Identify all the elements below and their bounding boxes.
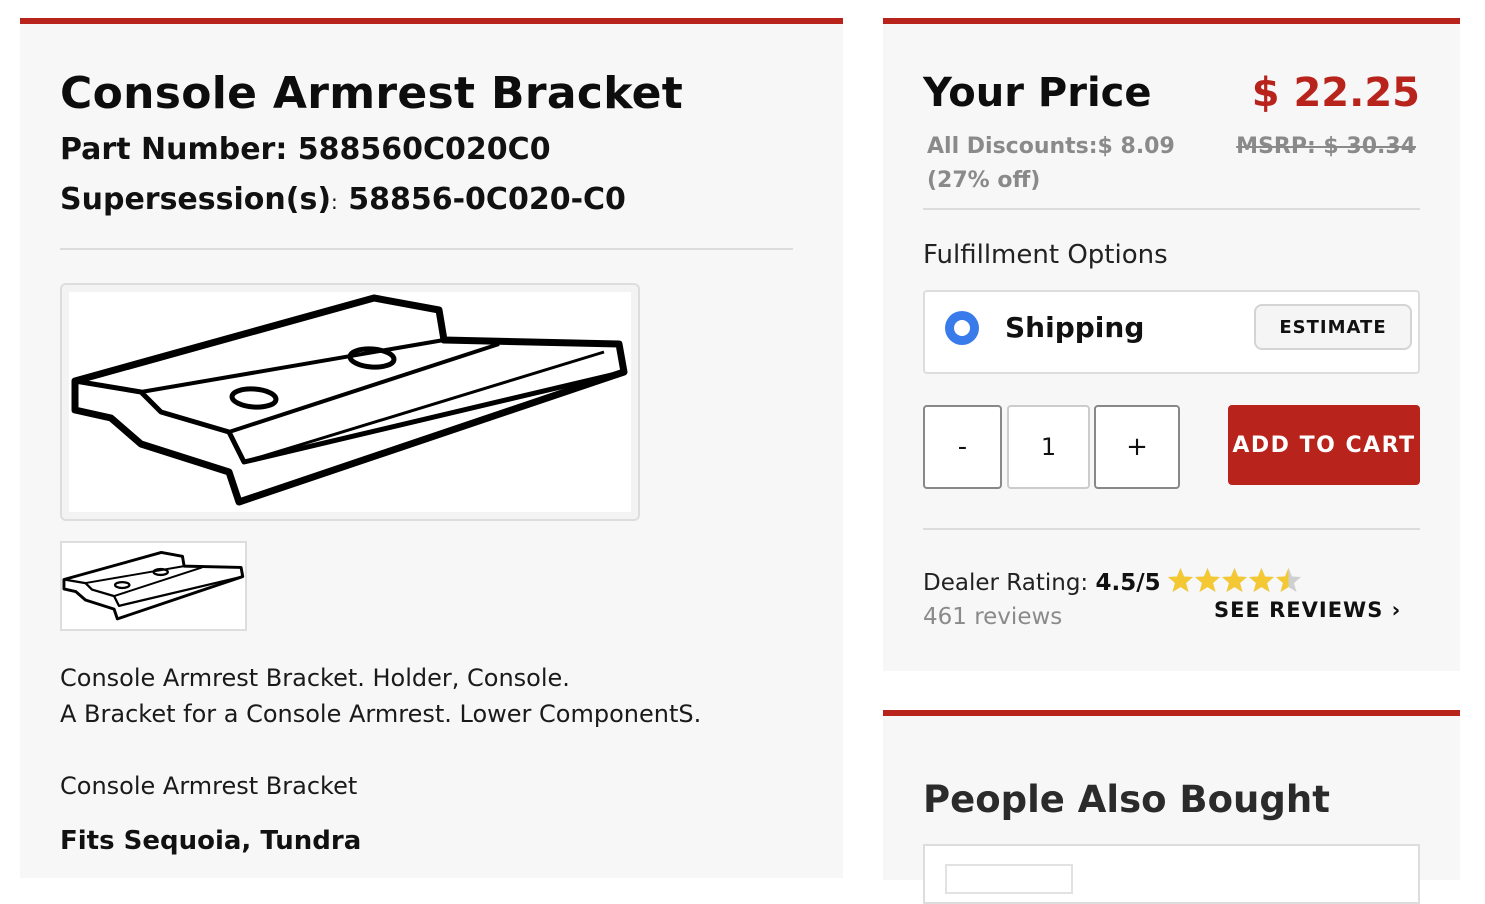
part-number-value: 588560C020C0 bbox=[297, 132, 551, 167]
star-icon bbox=[1221, 567, 1248, 594]
supersession: Supersession(s): 58856-0C020-C0 bbox=[60, 182, 626, 217]
part-number-label: Part Number: bbox=[60, 132, 288, 167]
main-product-image[interactable] bbox=[60, 283, 640, 521]
supersession-label: Supersession(s) bbox=[60, 182, 332, 217]
product-thumbnail[interactable] bbox=[60, 541, 247, 631]
part-number: Part Number: 588560C020C0 bbox=[60, 132, 551, 167]
star-icon bbox=[1167, 567, 1194, 594]
fitment-text: Fits Sequoia, Tundra bbox=[60, 826, 362, 856]
add-to-cart-button[interactable]: ADD TO CART bbox=[1228, 405, 1420, 485]
radio-dot bbox=[954, 320, 970, 336]
msrp-text: MSRP: $ 30.34 bbox=[1236, 134, 1416, 159]
description-line: Console Armrest Bracket bbox=[60, 772, 358, 800]
divider bbox=[60, 248, 793, 250]
your-price-label: Your Price bbox=[923, 70, 1152, 116]
see-reviews-link[interactable]: SEE REVIEWS › bbox=[1214, 598, 1401, 622]
product-details-panel: Console Armrest Bracket Part Number: 588… bbox=[20, 18, 843, 878]
price-value: $ 22.25 bbox=[1251, 70, 1420, 116]
related-product-card[interactable] bbox=[923, 844, 1420, 904]
fulfillment-label: Fulfillment Options bbox=[923, 240, 1168, 270]
dealer-rating-value: 4.5/5 bbox=[1095, 570, 1161, 596]
supersession-value: 58856-0C020-C0 bbox=[348, 182, 626, 217]
bracket-thumbnail-icon bbox=[62, 550, 245, 621]
people-also-bought-panel: People Also Bought bbox=[883, 710, 1460, 904]
bracket-drawing-svg bbox=[71, 294, 628, 506]
decrease-quantity-button[interactable]: - bbox=[923, 405, 1002, 489]
description-line: Console Armrest Bracket. Holder, Console… bbox=[60, 664, 570, 692]
shipping-label: Shipping bbox=[1005, 311, 1145, 344]
star-rating bbox=[1167, 567, 1307, 599]
estimate-button[interactable]: ESTIMATE bbox=[1254, 304, 1412, 350]
chevron-right-icon: › bbox=[1391, 598, 1402, 622]
dealer-rating-label: Dealer Rating: bbox=[923, 570, 1089, 596]
star-icon bbox=[1248, 567, 1275, 594]
see-reviews-label: SEE REVIEWS bbox=[1214, 598, 1384, 622]
increase-quantity-button[interactable]: + bbox=[1094, 405, 1180, 489]
shipping-radio[interactable] bbox=[945, 311, 979, 345]
reviews-count: 461 reviews bbox=[923, 604, 1063, 630]
divider bbox=[923, 528, 1420, 530]
bracket-drawing-icon bbox=[69, 292, 631, 512]
supersession-colon: : bbox=[331, 190, 338, 214]
star-icon bbox=[1275, 567, 1302, 594]
description-line: A Bracket for a Console Armrest. Lower C… bbox=[60, 700, 702, 728]
related-product-image bbox=[945, 864, 1073, 894]
price-panel: Your Price $ 22.25 All Discounts:$ 8.09 … bbox=[883, 18, 1460, 671]
divider bbox=[923, 208, 1420, 210]
shipping-option[interactable]: Shipping ESTIMATE bbox=[923, 290, 1420, 374]
quantity-input[interactable] bbox=[1007, 405, 1090, 489]
discounts-text: All Discounts:$ 8.09 (27% off) bbox=[927, 134, 1175, 193]
product-title: Console Armrest Bracket bbox=[60, 68, 684, 119]
star-icon bbox=[1194, 567, 1221, 594]
people-also-bought-title: People Also Bought bbox=[923, 778, 1330, 821]
dealer-rating: Dealer Rating: 4.5/5 bbox=[923, 570, 1161, 596]
